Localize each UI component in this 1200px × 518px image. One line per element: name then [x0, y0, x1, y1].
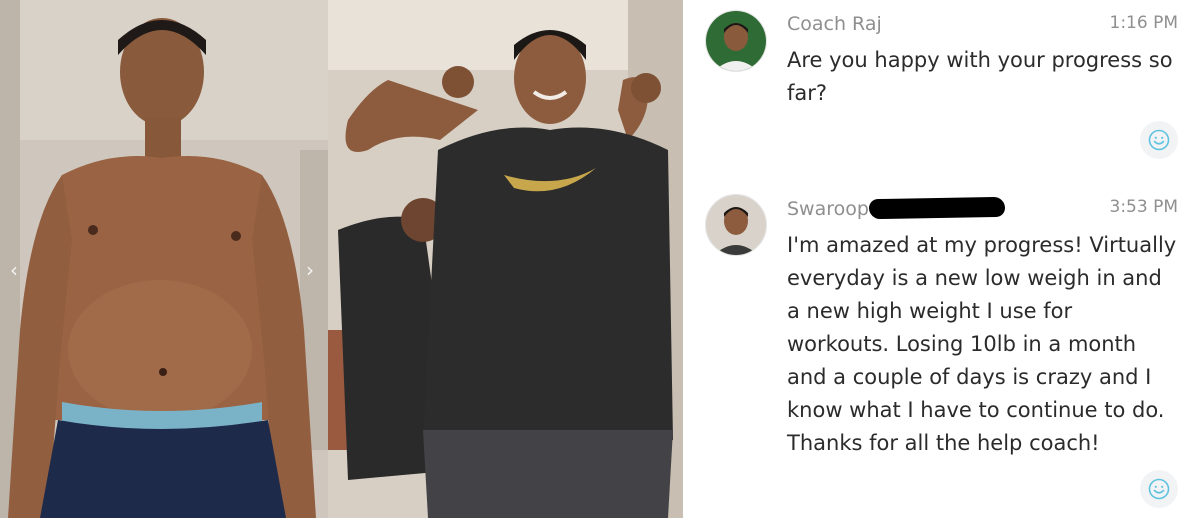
- before-photo[interactable]: ‹ ›: [0, 0, 328, 518]
- avatar-coach-raj-icon: [706, 11, 766, 71]
- chat-panel: Coach Raj 1:16 PM Are you happy with you…: [683, 0, 1200, 518]
- redaction-mark: [868, 196, 1006, 220]
- after-photo[interactable]: [328, 0, 683, 518]
- prev-photo-chevron-icon[interactable]: ‹: [6, 260, 22, 280]
- message-text: I'm amazed at my progress! Virtually eve…: [787, 233, 1177, 455]
- message-sender: Coach Raj: [787, 13, 882, 35]
- message-timestamp: 1:16 PM: [1109, 13, 1179, 33]
- avatar-swaroop-icon: [706, 195, 766, 255]
- add-reaction-button[interactable]: [1140, 121, 1178, 159]
- progress-photos: ‹ ›: [0, 0, 683, 518]
- message-text: Are you happy with your progress so far?: [787, 48, 1173, 105]
- chat-message: Swaroop B 3:53 PM I'm amazed at my progr…: [683, 180, 1200, 518]
- message-timestamp: 3:53 PM: [1109, 197, 1179, 217]
- add-reaction-button[interactable]: [1140, 470, 1178, 508]
- coach-raj-avatar[interactable]: [705, 10, 767, 72]
- smiley-icon: [1148, 478, 1170, 500]
- after-photo-image: [328, 0, 683, 518]
- before-photo-image: [0, 0, 328, 518]
- swaroop-avatar[interactable]: [705, 194, 767, 256]
- next-photo-chevron-icon[interactable]: ›: [302, 260, 318, 280]
- smiley-icon: [1148, 129, 1170, 151]
- chat-message: Coach Raj 1:16 PM Are you happy with you…: [683, 0, 1200, 180]
